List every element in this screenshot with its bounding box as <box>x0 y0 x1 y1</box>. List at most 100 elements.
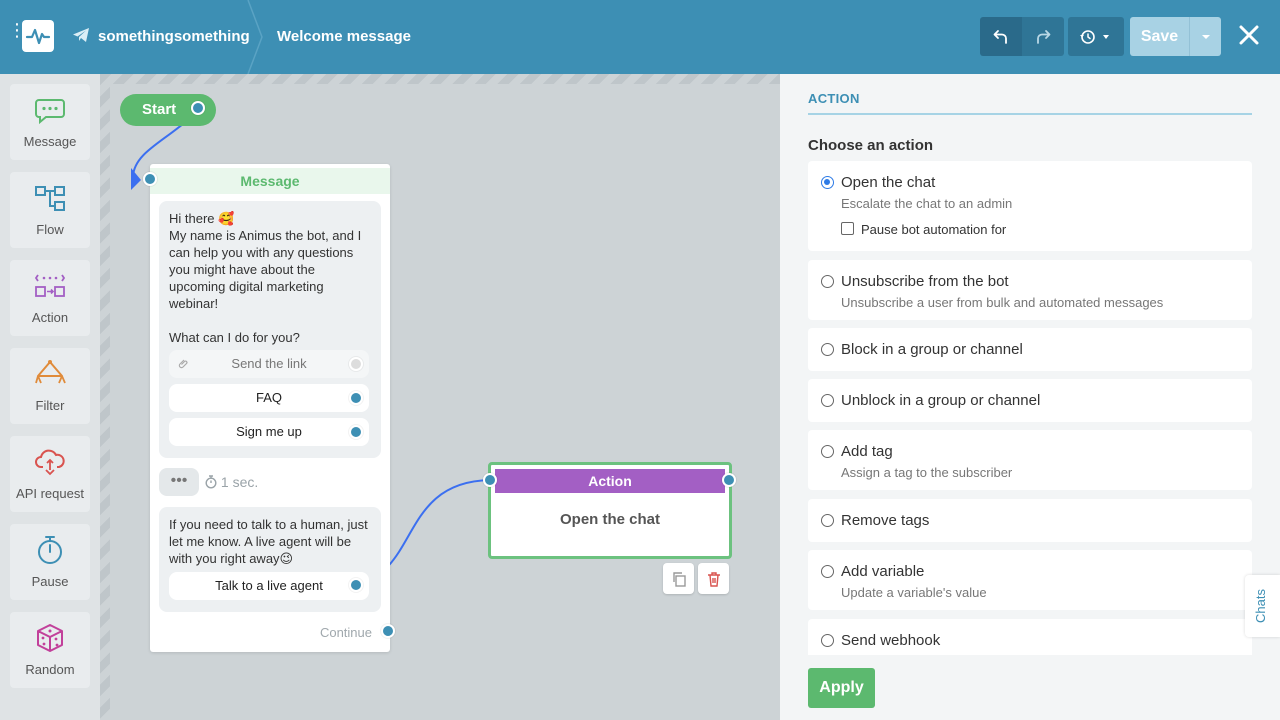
message-body-2: If you need to talk to a human, just let… <box>169 517 368 566</box>
message-greeting: Hi there 🥰 <box>169 211 235 226</box>
action-option-block[interactable]: Block in a group or channel <box>808 328 1252 371</box>
option-description: Unsubscribe a user from bulk and automat… <box>841 295 1164 310</box>
redo-button[interactable] <box>1022 17 1064 56</box>
send-link-output-port[interactable] <box>349 357 363 371</box>
telegram-icon <box>72 27 90 48</box>
message-question: What can I do for you? <box>169 330 300 345</box>
radio[interactable] <box>821 634 834 647</box>
message-node-title: Message <box>150 168 390 194</box>
reply-button-label: Talk to a live agent <box>215 578 323 593</box>
continue-output-port[interactable] <box>381 624 395 638</box>
tool-flow[interactable]: Flow <box>10 172 90 248</box>
radio[interactable] <box>821 275 834 288</box>
copy-icon <box>672 571 686 587</box>
action-option-send-webhook[interactable]: Send webhook <box>808 619 1252 655</box>
undo-button[interactable] <box>980 17 1022 56</box>
chats-tab-label: Chats <box>1253 589 1268 623</box>
message-text-bubble-2[interactable]: If you need to talk to a human, just let… <box>159 507 381 612</box>
tool-api-request[interactable]: API request <box>10 436 90 512</box>
option-label: Add variable <box>841 563 925 580</box>
bot-name-breadcrumb[interactable]: somethingsomething <box>98 28 250 45</box>
message-body: My name is Animus the bot, and I can hel… <box>169 228 362 311</box>
option-label: Unsubscribe from the bot <box>841 273 1009 290</box>
tool-filter[interactable]: Filter <box>10 348 90 424</box>
pause-automation-checkbox[interactable] <box>841 222 854 235</box>
action-option-add-variable[interactable]: Add variable Update a variable's value <box>808 550 1252 610</box>
reply-button-label: FAQ <box>255 390 282 405</box>
typing-delay[interactable]: 1 sec. <box>205 474 258 490</box>
message-icon <box>35 99 65 125</box>
canvas-edge-top <box>100 74 780 84</box>
radio[interactable] <box>821 514 834 527</box>
start-output-port[interactable] <box>191 101 205 115</box>
canvas-edge-left <box>100 74 110 720</box>
breadcrumb-separator <box>246 0 266 79</box>
tool-message[interactable]: Message <box>10 84 90 160</box>
tool-label: Random <box>25 662 75 677</box>
save-button[interactable]: Save <box>1130 17 1189 56</box>
radio[interactable] <box>821 343 834 356</box>
history-button[interactable] <box>1068 17 1124 56</box>
action-output-port[interactable] <box>722 473 736 487</box>
continue-label: Continue <box>319 625 372 640</box>
reply-button-faq[interactable]: FAQ <box>169 384 369 412</box>
tool-label: Filter <box>35 398 65 413</box>
undo-icon <box>993 29 1007 44</box>
faq-output-port[interactable] <box>349 391 363 405</box>
app-logo-icon[interactable] <box>22 20 54 52</box>
action-input-port[interactable] <box>483 473 497 487</box>
delete-node-button[interactable] <box>698 563 729 594</box>
panel-section-title: ACTION <box>808 91 860 106</box>
link-icon <box>178 359 188 369</box>
radio[interactable] <box>821 565 834 578</box>
toolbox-sidebar: Message Flow Action Filter API request P… <box>0 74 100 720</box>
panel-divider <box>808 113 1252 115</box>
history-icon <box>1080 29 1109 44</box>
filter-icon <box>35 360 66 384</box>
flow-canvas[interactable] <box>0 74 780 720</box>
reply-button-label: Sign me up <box>236 424 302 439</box>
reply-button-send-link[interactable]: Send the link <box>169 350 369 378</box>
tool-random[interactable]: Random <box>10 612 90 688</box>
option-label: Remove tags <box>841 512 930 529</box>
duplicate-node-button[interactable] <box>663 563 694 594</box>
tool-label: API request <box>16 486 84 501</box>
action-option-add-tag[interactable]: Add tag Assign a tag to the subscriber <box>808 430 1252 490</box>
action-option-open-chat[interactable]: Open the chat Escalate the chat to an ad… <box>808 161 1252 251</box>
message-input-port[interactable] <box>143 172 157 186</box>
trash-icon <box>707 571 720 587</box>
radio[interactable] <box>821 394 834 407</box>
close-icon[interactable] <box>1238 24 1260 51</box>
tool-pause[interactable]: Pause <box>10 524 90 600</box>
more-menu-icon[interactable]: ⋮ <box>8 21 26 39</box>
panel-heading: Choose an action <box>808 137 934 154</box>
pause-icon <box>38 536 62 564</box>
tool-label: Flow <box>36 222 64 237</box>
delay-value: 1 sec. <box>220 474 259 490</box>
typing-indicator-icon: ••• <box>159 468 199 496</box>
apply-button[interactable]: Apply <box>808 668 875 708</box>
reply-button-sign-me-up[interactable]: Sign me up <box>169 418 369 446</box>
action-settings-panel: ACTION Choose an action Open the chat Es… <box>780 74 1280 720</box>
chevron-down-icon <box>1201 34 1210 39</box>
radio-selected[interactable] <box>821 176 834 189</box>
action-option-unsubscribe[interactable]: Unsubscribe from the bot Unsubscribe a u… <box>808 260 1252 320</box>
sign-me-up-output-port[interactable] <box>349 425 363 439</box>
option-description: Escalate the chat to an admin <box>841 196 1013 211</box>
chats-tab[interactable]: Chats <box>1245 575 1280 637</box>
tool-label: Message <box>23 134 77 149</box>
live-agent-output-port[interactable] <box>349 578 363 592</box>
action-option-remove-tags[interactable]: Remove tags <box>808 499 1252 542</box>
save-dropdown-button[interactable] <box>1189 17 1221 56</box>
action-icon <box>34 274 66 297</box>
tool-label: Pause <box>31 574 69 589</box>
action-node[interactable]: Action Open the chat <box>488 462 732 559</box>
action-option-unblock[interactable]: Unblock in a group or channel <box>808 379 1252 422</box>
random-icon <box>37 624 63 652</box>
reply-button-live-agent[interactable]: Talk to a live agent <box>169 572 369 600</box>
radio[interactable] <box>821 445 834 458</box>
option-label: Block in a group or channel <box>841 341 1023 358</box>
message-text-bubble[interactable]: Hi there 🥰 My name is Animus the bot, an… <box>159 201 381 458</box>
option-label: Open the chat <box>841 174 936 191</box>
tool-action[interactable]: Action <box>10 260 90 336</box>
